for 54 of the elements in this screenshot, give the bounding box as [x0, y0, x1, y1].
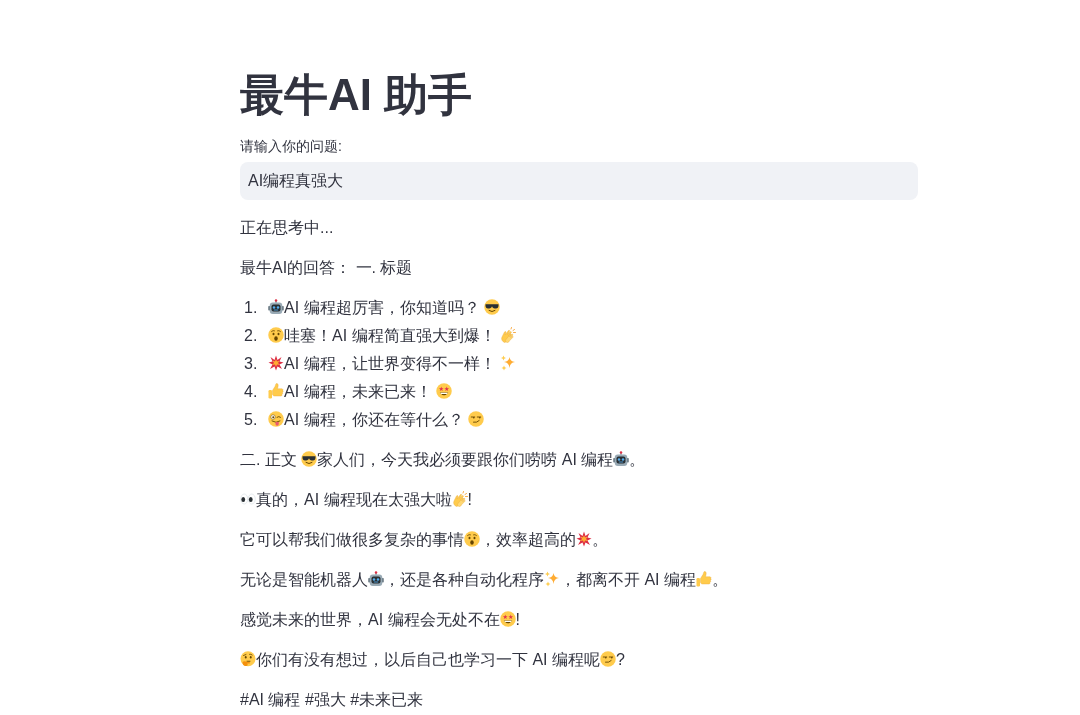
paragraph-text: ，效率超高的 — [480, 531, 576, 548]
paragraph-text: 。 — [712, 571, 728, 588]
list-number: 5. — [244, 410, 259, 430]
list-item-text: AI 编程，你还在等什么？ — [284, 411, 465, 428]
list-number: 4. — [244, 382, 259, 402]
paragraph-text: 家人们，今天我必须要跟你们唠唠 AI 编程 — [317, 451, 614, 468]
thinking-face-icon — [240, 651, 256, 667]
answer-heading: 最牛AI的回答： 一. 标题 — [240, 258, 414, 278]
smirk-face-icon — [468, 411, 484, 427]
paragraph-text: 无论是智能机器人 — [240, 571, 368, 588]
clapping-hands-icon — [500, 327, 516, 343]
paragraph-text: ，还是各种自动化程序 — [384, 571, 544, 588]
hashtags-text: #AI 编程 #强大 #未来已来 — [240, 690, 425, 710]
paragraph-text: 二. 正文 — [240, 451, 298, 468]
sunglasses-face-icon — [301, 451, 318, 467]
list-item-text: 哇塞！AI 编程简直强大到爆！ — [284, 327, 497, 344]
collision-icon — [576, 531, 592, 547]
sunglasses-face-icon — [484, 299, 500, 315]
star-eyes-face-icon — [499, 611, 516, 627]
paragraph-text: 感觉未来的世界，AI 编程会无处不在 — [240, 611, 500, 628]
input-label: 请输入你的问题: — [240, 137, 343, 156]
status-text: 正在思考中... — [240, 218, 335, 238]
paragraph-text: ，都离不开 AI 编程 — [560, 571, 696, 588]
collision-icon — [268, 355, 284, 371]
page-title: 最牛AI 助手 — [240, 69, 474, 121]
paragraph-text: ? — [616, 651, 625, 668]
list-number: 2. — [244, 326, 259, 346]
robot-icon — [368, 571, 384, 587]
surprised-face-icon — [268, 327, 284, 343]
paragraph-text: 它可以帮我们做很多复杂的事情 — [240, 531, 464, 548]
paragraph-text: ! — [467, 491, 472, 508]
eyes-icon — [240, 491, 256, 507]
robot-icon — [268, 299, 284, 315]
star-eyes-face-icon — [436, 383, 452, 399]
paragraph-text: 。 — [629, 451, 646, 468]
thumbs-up-icon — [268, 383, 284, 399]
robot-icon — [613, 451, 630, 467]
thumbs-up-icon — [696, 571, 712, 587]
list-item-text: AI 编程，让世界变得不一样！ — [284, 355, 497, 372]
list-item-text: AI 编程，未来已来！ — [284, 383, 433, 400]
surprised-face-icon — [464, 531, 480, 547]
tongue-face-icon — [268, 411, 284, 427]
paragraph-text: 你们有没有想过，以后自己也学习一下 AI 编程呢 — [256, 651, 600, 668]
question-input[interactable]: AI编程真强大 — [240, 162, 918, 200]
clapping-hands-icon — [451, 491, 468, 507]
paragraph-text: ! — [515, 611, 520, 628]
sparkles-icon — [544, 571, 560, 587]
smirk-face-icon — [600, 651, 616, 667]
list-number: 1. — [244, 298, 259, 318]
sparkles-icon — [500, 355, 516, 371]
list-item-text: AI 编程超厉害，你知道吗？ — [284, 299, 481, 316]
paragraph-text: 。 — [592, 531, 608, 548]
list-number: 3. — [244, 354, 259, 374]
paragraph-text: 真的，AI 编程现在太强大啦 — [256, 491, 452, 508]
